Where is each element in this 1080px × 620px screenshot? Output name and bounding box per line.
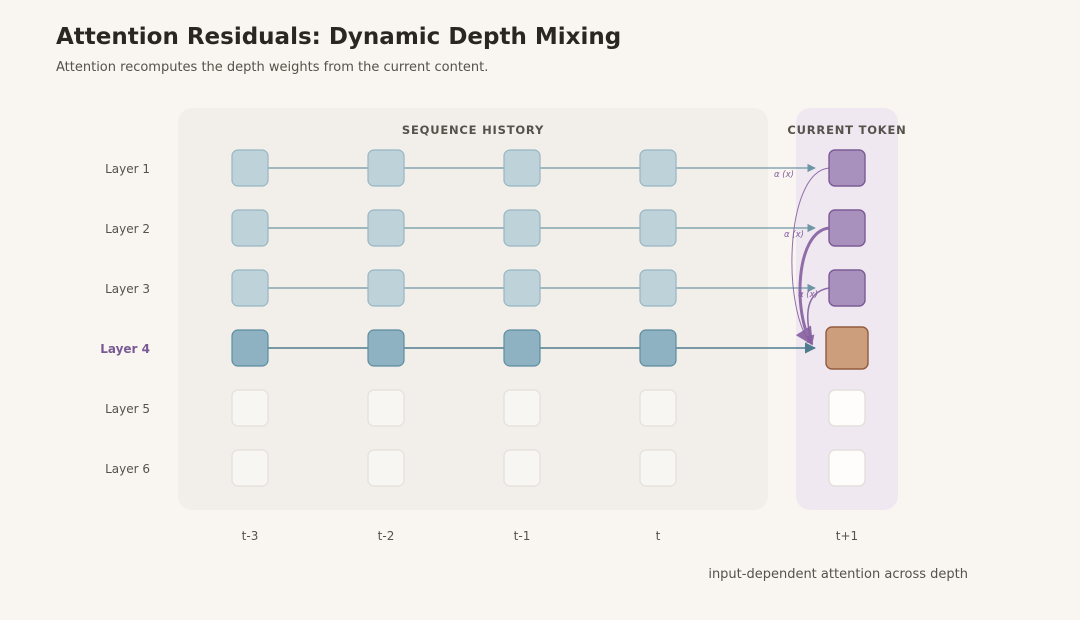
current-token-block-layer-6 — [828, 449, 866, 487]
layer-label-1: Layer 1 — [105, 162, 150, 176]
history-block-layer-6-col-4 — [639, 449, 677, 487]
history-block-layer-1-col-2 — [367, 149, 405, 187]
column-labels: t-3 t-2 t-1 t t+1 — [242, 529, 859, 543]
history-block-layer-4-col-1 — [231, 329, 269, 367]
history-block-layer-1-col-3 — [503, 149, 541, 187]
history-block-layer-3-col-1 — [231, 269, 269, 307]
history-block-layer-2-col-4 — [639, 209, 677, 247]
history-block-layer-2-col-3 — [503, 209, 541, 247]
current-token-label: CURRENT TOKEN — [787, 123, 906, 137]
history-block-layer-3-col-3 — [503, 269, 541, 307]
current-token-block-layer-3 — [828, 269, 866, 307]
history-block-layer-2-col-1 — [231, 209, 269, 247]
sequence-history-label: SEQUENCE HISTORY — [402, 123, 544, 137]
layer-label-4: Layer 4 — [100, 342, 150, 356]
column-label-3: t-1 — [514, 529, 531, 543]
layer-label-3: Layer 3 — [105, 282, 150, 296]
column-label-4: t — [656, 529, 661, 543]
history-block-layer-6-col-1 — [231, 449, 269, 487]
layer-label-6: Layer 6 — [105, 462, 150, 476]
history-block-layer-5-col-3 — [503, 389, 541, 427]
history-block-layer-5-col-1 — [231, 389, 269, 427]
column-label-1: t-3 — [242, 529, 259, 543]
depth-mixing-diagram: SEQUENCE HISTORY CURRENT TOKEN Layer 1La… — [100, 108, 906, 543]
history-block-layer-2-col-2 — [367, 209, 405, 247]
history-block-layer-5-col-4 — [639, 389, 677, 427]
column-label-2: t-2 — [378, 529, 395, 543]
attention-weight-label-1: α (x) — [774, 170, 794, 180]
history-block-layer-6-col-2 — [367, 449, 405, 487]
current-token-block-layer-2 — [828, 209, 866, 247]
layer-label-2: Layer 2 — [105, 222, 150, 236]
history-block-layer-4-col-2 — [367, 329, 405, 367]
diagram-caption: input-dependent attention across depth — [708, 567, 968, 582]
history-block-layer-4-col-3 — [503, 329, 541, 367]
current-token-target-block — [825, 326, 869, 370]
attention-weight-label-2: α (x) — [784, 230, 804, 240]
history-block-layer-4-col-4 — [639, 329, 677, 367]
layer-label-5: Layer 5 — [105, 402, 150, 416]
history-block-layer-3-col-2 — [367, 269, 405, 307]
attention-weight-label-3: α (x) — [798, 290, 818, 300]
current-token-block-layer-5 — [828, 389, 866, 427]
history-block-layer-3-col-4 — [639, 269, 677, 307]
current-token-block-layer-1 — [828, 149, 866, 187]
history-block-layer-5-col-2 — [367, 389, 405, 427]
history-block-layer-1-col-1 — [231, 149, 269, 187]
column-label-current: t+1 — [836, 529, 858, 543]
layer-labels: Layer 1 Layer 2 Layer 3 Layer 4 Layer 5 Layer… — [100, 162, 150, 476]
history-block-layer-6-col-3 — [503, 449, 541, 487]
history-block-layer-1-col-4 — [639, 149, 677, 187]
